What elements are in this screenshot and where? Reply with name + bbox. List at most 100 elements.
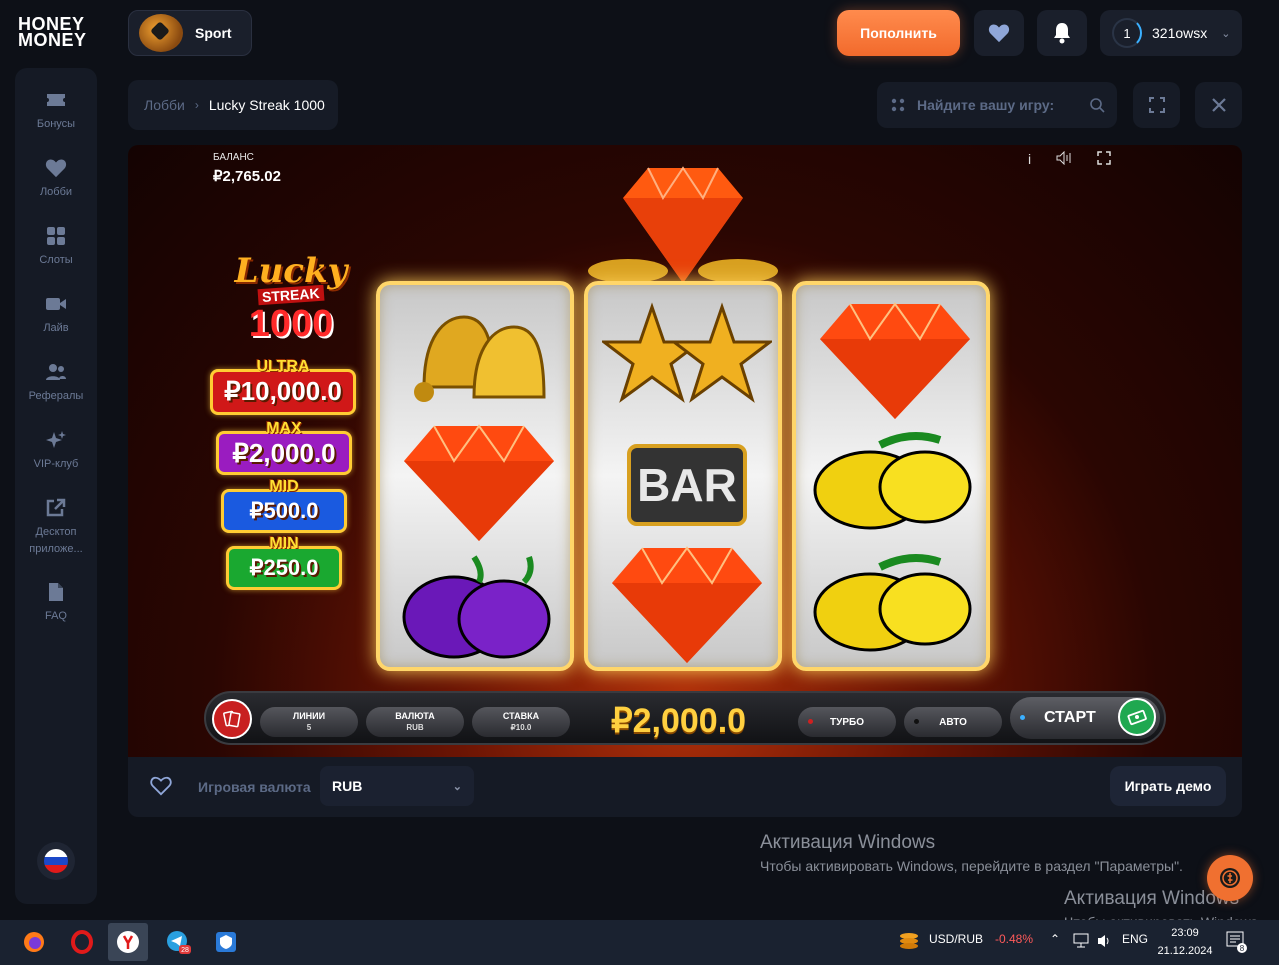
telegram-taskbar-icon[interactable]: 28: [158, 923, 198, 961]
turbo-label: ТУРБО: [830, 716, 864, 728]
tray-expand-icon[interactable]: ⌃: [1050, 932, 1060, 946]
reel-1: [376, 281, 574, 671]
deposit-label: Пополнить: [860, 25, 937, 41]
external-link-icon: [46, 498, 66, 517]
lines-value: 5: [306, 723, 312, 732]
lines-button[interactable]: ЛИНИИ 5: [260, 707, 358, 737]
game-search[interactable]: [877, 82, 1117, 128]
sport-button[interactable]: Sport: [128, 10, 252, 56]
search-input[interactable]: [917, 97, 1077, 113]
breadcrumb-current: Lucky Streak 1000: [208, 97, 325, 113]
sidebar-item-label: FAQ: [44, 610, 67, 622]
yandex-browser-taskbar-icon[interactable]: [108, 923, 148, 961]
sidebar-item-live[interactable]: Лайв: [15, 294, 97, 337]
jackpot-min: MIN ₽250.0: [226, 535, 342, 590]
game-currency-label: Игровая валюта: [198, 779, 311, 795]
exchange-rate-icon: [900, 933, 918, 949]
currency-label: ВАЛЮТА: [395, 711, 435, 721]
play-demo-button[interactable]: Играть демо: [1110, 766, 1226, 806]
reel-3: [792, 281, 990, 671]
jackpot-value: ₽2,000.0: [232, 438, 336, 468]
fullscreen-button[interactable]: [1133, 82, 1180, 128]
sidebar-item-label: Рефералы: [28, 390, 84, 402]
game-top-controls: i: [1028, 151, 1111, 167]
lemon-symbol: [813, 554, 972, 652]
document-icon: [49, 583, 63, 601]
language-selector[interactable]: [37, 842, 75, 880]
heart-icon: [988, 24, 1010, 43]
firefox-taskbar-icon[interactable]: [14, 923, 54, 961]
sidebar-item-desktop-app[interactable]: Десктоп приложе...: [15, 498, 97, 558]
game-fullscreen-icon[interactable]: [1097, 151, 1111, 165]
logo-lucky-text: Lucky: [234, 251, 348, 291]
user-menu-button[interactable]: 1 321owsx ⌄: [1100, 10, 1242, 56]
opera-taskbar-icon[interactable]: [62, 923, 102, 961]
system-clock[interactable]: 23:09 21.12.2024: [1156, 924, 1214, 960]
sound-icon[interactable]: [1055, 151, 1073, 165]
game-currency-select[interactable]: RUB ⌄: [320, 766, 474, 806]
favorites-button[interactable]: [974, 10, 1024, 56]
support-chat-button[interactable]: [1207, 855, 1253, 901]
bell-icon: [1054, 23, 1070, 44]
win-amount: ₽2,000.0: [611, 702, 747, 740]
language-indicator[interactable]: ENG: [1122, 932, 1148, 946]
diamond-symbol: [404, 424, 554, 541]
sport-label: Sport: [195, 25, 232, 41]
start-spin-button[interactable]: СТАРТ: [1010, 697, 1160, 739]
clock-time: 23:09: [1171, 927, 1199, 939]
game-frame[interactable]: БАЛАНС ₽2,765.02 i Lucky STREAK 1000 ULT…: [128, 145, 1242, 757]
info-icon[interactable]: i: [1028, 151, 1031, 167]
coin-icon: [1220, 868, 1240, 888]
breadcrumb-lobby-link[interactable]: Лобби: [144, 97, 185, 113]
notifications-button[interactable]: [1037, 10, 1087, 56]
sidebar-item-label: Лобби: [39, 186, 73, 198]
volume-icon[interactable]: [1096, 933, 1112, 949]
balance-label: БАЛАНС: [213, 152, 254, 163]
notification-badge: 8: [1240, 944, 1245, 953]
notification-center-icon[interactable]: 8: [1226, 930, 1248, 954]
auto-toggle[interactable]: АВТО: [904, 707, 1002, 737]
paytable-button[interactable]: [212, 699, 252, 739]
deposit-button[interactable]: Пополнить: [837, 10, 960, 56]
soccer-ball-icon: [139, 14, 183, 52]
jackpot-ultra: ULTRA ₽10,000.0: [210, 358, 356, 415]
watermark-subtitle: Чтобы активировать Windows, перейдите в …: [760, 858, 1183, 874]
close-icon: [1211, 98, 1226, 112]
bet-value: ₽10.0: [510, 723, 532, 732]
money-icon: [1118, 698, 1156, 736]
logo-bottom-text: MONEY: [18, 30, 87, 50]
russia-flag-icon: [44, 849, 68, 873]
close-game-button[interactable]: [1195, 82, 1242, 128]
chevron-down-icon: ⌄: [452, 780, 462, 793]
bell-symbol: [414, 315, 546, 402]
sidebar-item-referrals[interactable]: Рефералы: [15, 362, 97, 405]
bar-symbol-text: BAR: [627, 444, 747, 526]
ticket-icon: [47, 94, 65, 106]
grid-icon: [891, 98, 905, 112]
jackpot-name: MAX: [266, 420, 302, 437]
lines-label: ЛИНИИ: [292, 711, 326, 721]
bet-button[interactable]: СТАВКА ₽10.0: [472, 707, 570, 737]
favorite-heart-icon[interactable]: [150, 776, 172, 796]
brand-logo[interactable]: HONEY MONEY: [18, 15, 94, 50]
currency-button[interactable]: ВАЛЮТА RUB: [366, 707, 464, 737]
turbo-indicator: [808, 719, 813, 724]
game-control-bar: ЛИНИИ 5 ВАЛЮТА RUB СТАВКА ₽10.0 ₽2,000.0…: [204, 691, 1166, 745]
diamond-crown-graphic: [588, 166, 778, 283]
user-level-badge: 1: [1112, 18, 1142, 48]
network-icon[interactable]: [1072, 933, 1090, 949]
sidebar-item-faq[interactable]: FAQ: [15, 582, 97, 625]
currency-pair[interactable]: USD/RUB: [929, 932, 983, 946]
shield-app-taskbar-icon[interactable]: [206, 923, 246, 961]
star-symbol: [602, 302, 772, 403]
sidebar-item-lobby[interactable]: Лобби: [15, 158, 97, 201]
heart-icon: [45, 159, 67, 178]
start-label: СТАРТ: [1044, 709, 1096, 726]
windows-activation-watermark: Активация Windows Чтобы активировать Win…: [760, 832, 1183, 874]
sidebar-item-bonuses[interactable]: Бонусы: [15, 90, 97, 133]
turbo-toggle[interactable]: ТУРБО: [798, 707, 896, 737]
jackpot-name: MIN: [269, 535, 299, 552]
sidebar-item-slots[interactable]: Слоты: [15, 226, 97, 269]
game-currency-value: RUB: [332, 778, 363, 794]
sidebar-item-vip[interactable]: VIP-клуб: [15, 430, 97, 473]
